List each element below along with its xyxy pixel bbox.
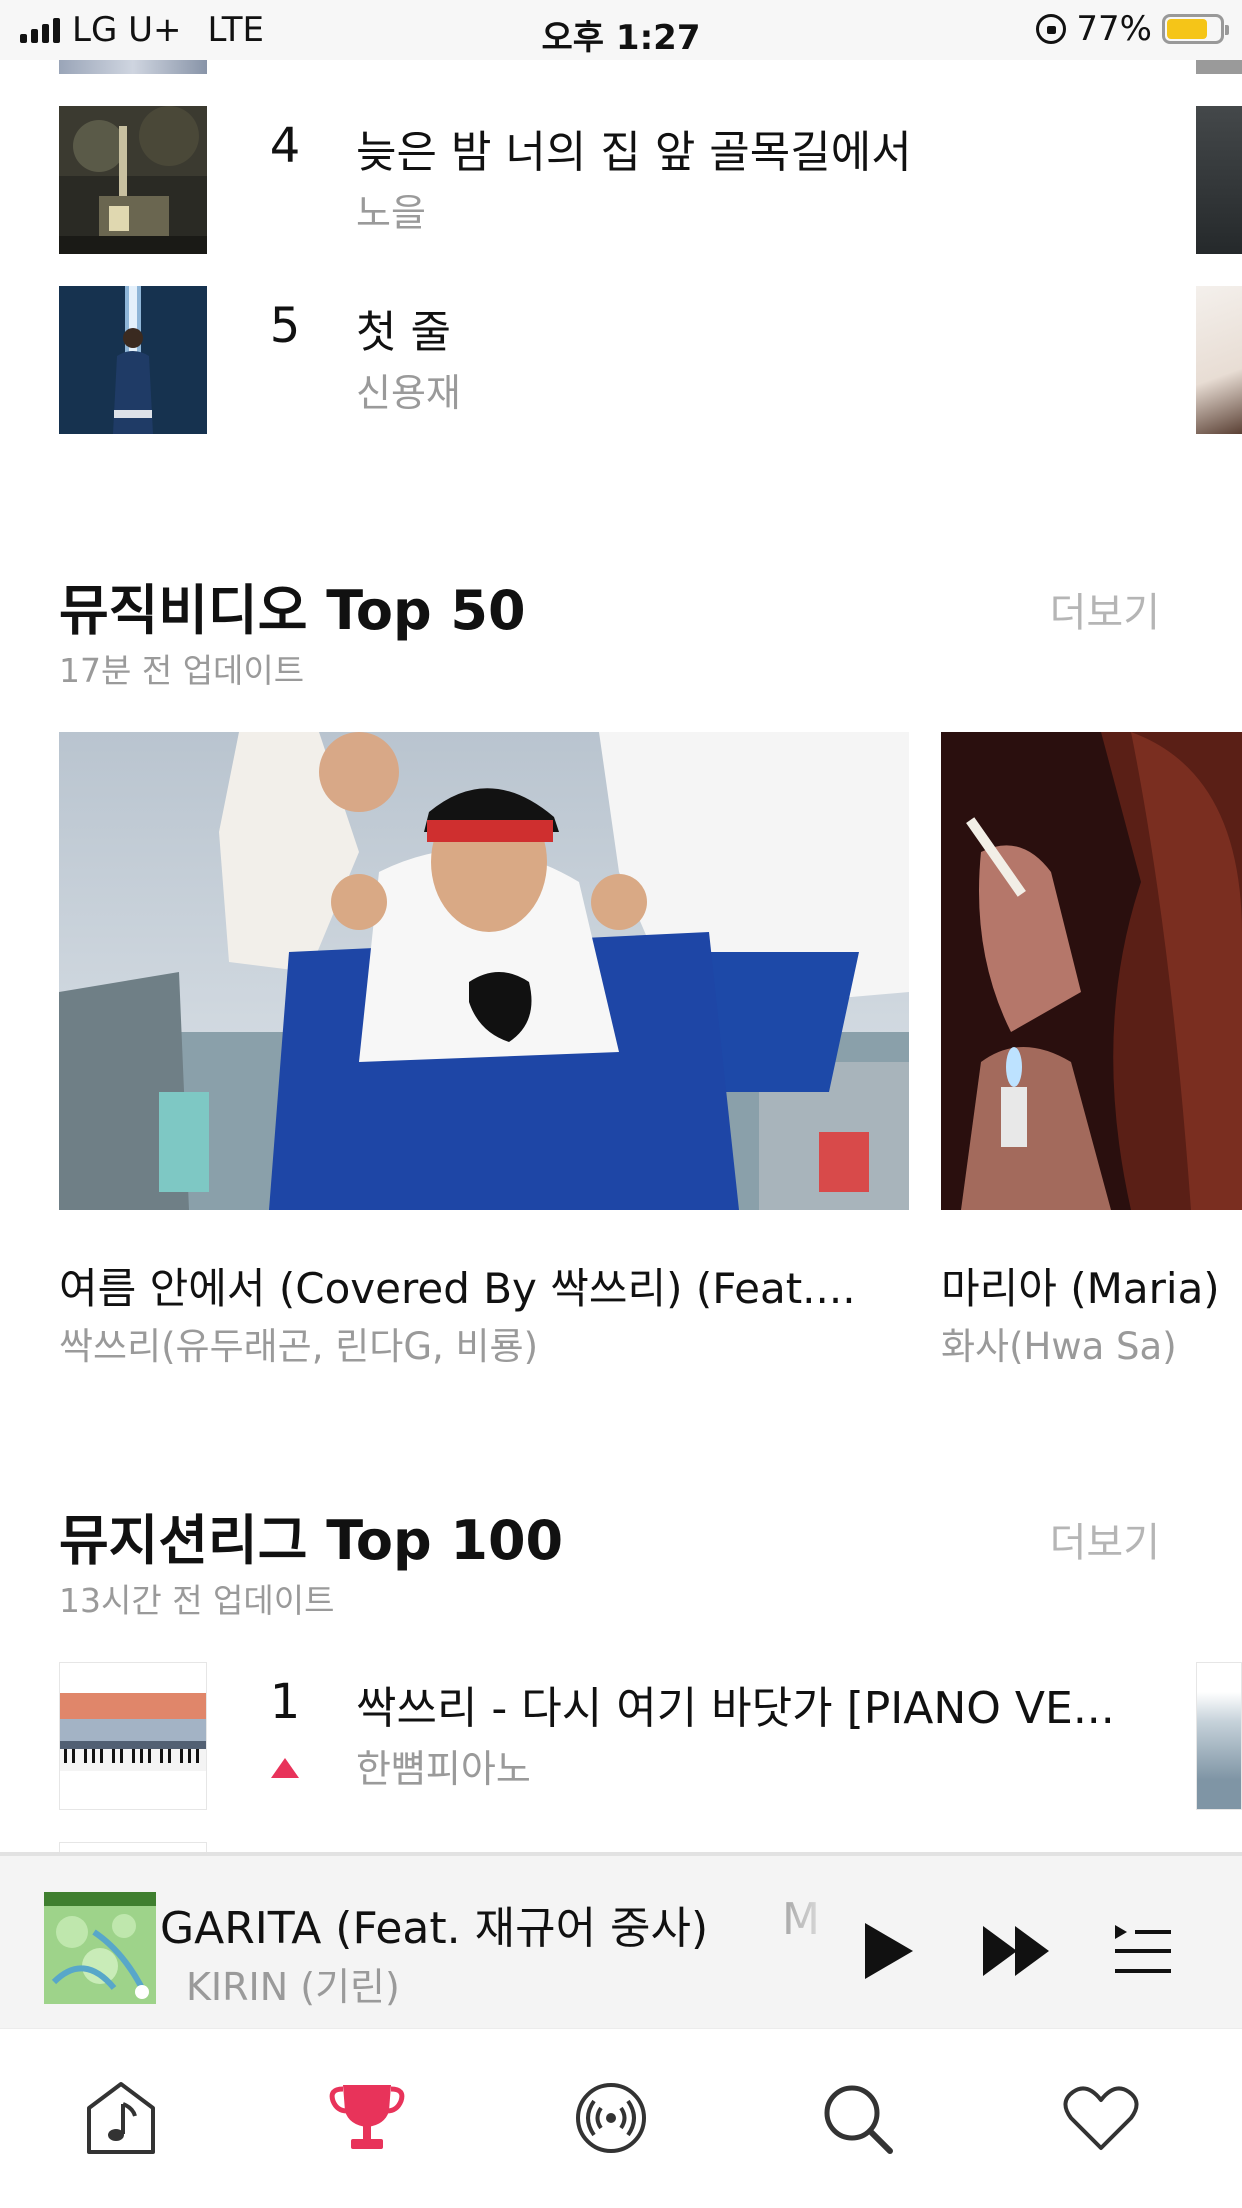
now-playing-artist: KIRIN (기린)	[186, 1965, 400, 2009]
video-thumbnail[interactable]	[59, 732, 909, 1210]
chart-row[interactable]: 5 첫 줄 신용재	[0, 286, 1242, 436]
rank-number: 5	[269, 298, 301, 354]
next-column-peek	[1196, 286, 1242, 434]
now-playing-bar[interactable]: GARITA (Feat. 재규어 중사) KIRIN (기린) M	[0, 1852, 1242, 2028]
battery-percent: 77%	[1076, 9, 1152, 49]
next-column-peek	[1196, 106, 1242, 254]
status-bar: LG U+ LTE 오후 1:27 77%	[0, 0, 1242, 60]
album-art	[59, 106, 207, 254]
next-icon	[983, 1926, 1049, 1976]
track-artist: 한뼘피아노	[356, 1747, 531, 1791]
search-icon	[824, 2085, 893, 2154]
play-icon	[865, 1923, 913, 1979]
tab-bar	[0, 2028, 1242, 2208]
status-right: 77%	[1036, 9, 1229, 49]
more-button[interactable]: 더보기	[1050, 580, 1160, 638]
music-note-icon	[87, 2082, 155, 2154]
radio-icon	[576, 2083, 646, 2153]
playlist-icon	[1115, 1925, 1171, 1973]
chart-row[interactable]: 4 늦은 밤 너의 집 앞 골목길에서 노을	[0, 106, 1242, 256]
rank-number: 4	[269, 118, 301, 174]
heart-icon	[1063, 2086, 1139, 2150]
album-thumb-partial	[59, 60, 207, 74]
marquee-fade	[760, 1876, 840, 1956]
next-column-peek	[1196, 1662, 1242, 1810]
track-artist: 신용재	[356, 371, 461, 415]
playlist-button[interactable]	[1108, 1916, 1178, 1986]
track-artist: 노을	[356, 191, 426, 235]
play-button[interactable]	[852, 1916, 922, 1986]
section-title: 뮤지션리그 Top 100	[59, 1509, 564, 1572]
section-updated: 17분 전 업데이트	[59, 651, 305, 690]
album-art	[59, 1662, 207, 1810]
tab-chart[interactable]	[322, 2073, 412, 2163]
tab-music[interactable]	[76, 2073, 166, 2163]
battery-fill	[1167, 19, 1208, 39]
chart-row[interactable]: 1 싹쓰리 - 다시 여기 바닷가 [PIANO VE... 한뼘피아노	[0, 1662, 1242, 1812]
album-thumb-partial	[59, 1842, 207, 1852]
rank-number: 1	[269, 1674, 301, 1730]
now-playing-title: GARITA (Feat. 재규어 중사)	[160, 1903, 709, 1954]
section-updated: 13시간 전 업데이트	[59, 1581, 335, 1620]
video-thumbnail[interactable]	[941, 732, 1242, 1210]
video-title: 마리아 (Maria)	[941, 1264, 1220, 1313]
rank-up-icon	[271, 1758, 299, 1778]
video-artist: 화사(Hwa Sa)	[941, 1325, 1177, 1368]
next-button[interactable]	[982, 1916, 1052, 1986]
now-playing-album-art	[44, 1892, 156, 2004]
video-artist: 싹쓰리(유두래곤, 린다G, 비룡)	[59, 1325, 539, 1368]
tab-radio[interactable]	[566, 2073, 656, 2163]
battery-icon	[1162, 14, 1229, 44]
track-title: 싹쓰리 - 다시 여기 바닷가 [PIANO VE...	[356, 1683, 1115, 1734]
next-column-peek	[1196, 60, 1242, 74]
album-art	[59, 286, 207, 434]
tab-search[interactable]	[812, 2073, 902, 2163]
track-title: 늦은 밤 너의 집 앞 골목길에서	[356, 127, 912, 178]
more-button[interactable]: 더보기	[1050, 1510, 1160, 1568]
orientation-lock-icon	[1036, 14, 1067, 44]
trophy-icon	[329, 2085, 405, 2149]
video-title: 여름 안에서 (Covered By 싹쓰리) (Feat....	[59, 1264, 856, 1313]
track-title: 첫 줄	[356, 307, 451, 358]
tab-favorites[interactable]	[1056, 2073, 1146, 2163]
section-title: 뮤직비디오 Top 50	[59, 579, 526, 642]
